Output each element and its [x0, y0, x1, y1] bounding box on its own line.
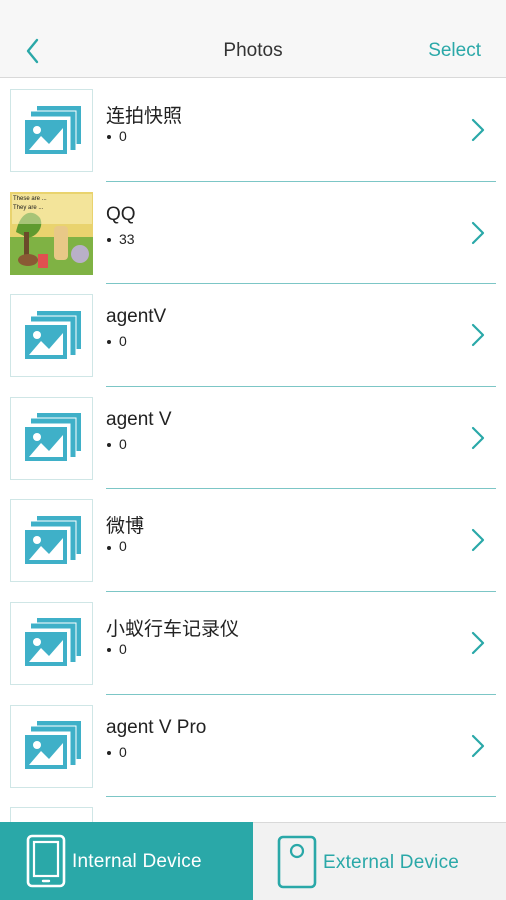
- chevron-right-icon: [471, 529, 485, 552]
- album-thumbnail: [10, 89, 93, 172]
- album-thumbnail: [10, 294, 93, 378]
- thumb-text-2: They are ...: [13, 205, 44, 211]
- photo-thumbnail-image: These are ... They are ...: [10, 191, 93, 275]
- album-count: 0: [106, 744, 127, 760]
- album-list: 连拍快照 0 These are ... They are ... QQ 33 …: [0, 79, 506, 822]
- chevron-right-icon: [471, 631, 485, 655]
- album-thumbnail-photo: These are ... They are ...: [10, 191, 93, 275]
- album-title: 微博: [106, 516, 145, 538]
- photo-album-icon: [24, 105, 81, 154]
- chevron-right-icon: [471, 324, 485, 347]
- album-thumbnail: [10, 396, 93, 480]
- tab-internal-device[interactable]: Internal Device: [0, 822, 253, 900]
- album-title: QQ: [106, 203, 136, 225]
- external-device-icon: [277, 835, 317, 889]
- chevron-right-icon: [471, 426, 485, 449]
- album-thumbnail: [10, 601, 93, 685]
- album-count: 0: [106, 333, 127, 349]
- album-row-partial[interactable]: [0, 797, 506, 822]
- photo-album-icon: [24, 618, 81, 667]
- select-button[interactable]: Select: [428, 40, 481, 62]
- album-row-agent-v-pro[interactable]: agent V Pro 0: [0, 695, 506, 798]
- album-row-burst[interactable]: 连拍快照 0: [0, 79, 506, 182]
- chevron-right-icon: [471, 118, 485, 142]
- album-row-qq[interactable]: These are ... They are ... QQ 33: [0, 182, 506, 285]
- photo-album-icon: [24, 721, 81, 770]
- chevron-right-icon: [471, 221, 485, 244]
- album-count: 33: [106, 231, 135, 247]
- photos-screen: Photos Select 连拍快照 0 These are ... They …: [0, 0, 506, 900]
- album-row-weibo[interactable]: 微博 0: [0, 489, 506, 592]
- chevron-right-icon: [471, 734, 485, 757]
- tab-external-device[interactable]: External Device: [253, 822, 506, 900]
- photo-album-icon: [24, 310, 81, 359]
- album-row-agent-v[interactable]: agent V 0: [0, 387, 506, 490]
- album-thumbnail: [10, 807, 93, 822]
- thumb-text-1: These are ...: [13, 196, 47, 202]
- album-row-agentv[interactable]: agentV 0: [0, 284, 506, 387]
- album-thumbnail: [10, 704, 93, 788]
- album-count: 0: [106, 436, 127, 452]
- album-title: agentV: [106, 306, 167, 328]
- album-title: agent V: [106, 408, 172, 430]
- nav-header: Photos Select: [0, 0, 506, 78]
- album-row-dashcam[interactable]: 小蚁行车记录仪 0: [0, 592, 506, 695]
- device-tab-bar: Internal Device External Device: [0, 822, 506, 900]
- photo-album-icon: [24, 515, 81, 564]
- tab-label: External Device: [323, 852, 460, 873]
- photo-album-icon: [24, 413, 81, 462]
- album-title: agent V Pro: [106, 716, 207, 738]
- album-title: 小蚁行车记录仪: [106, 618, 240, 640]
- album-title: 连拍快照: [106, 106, 183, 127]
- album-count: 0: [106, 641, 127, 657]
- album-thumbnail: [10, 499, 93, 583]
- album-count: 0: [106, 538, 127, 554]
- album-count: 0: [106, 128, 127, 144]
- tablet-icon: [26, 834, 66, 888]
- tab-label: Internal Device: [72, 851, 202, 872]
